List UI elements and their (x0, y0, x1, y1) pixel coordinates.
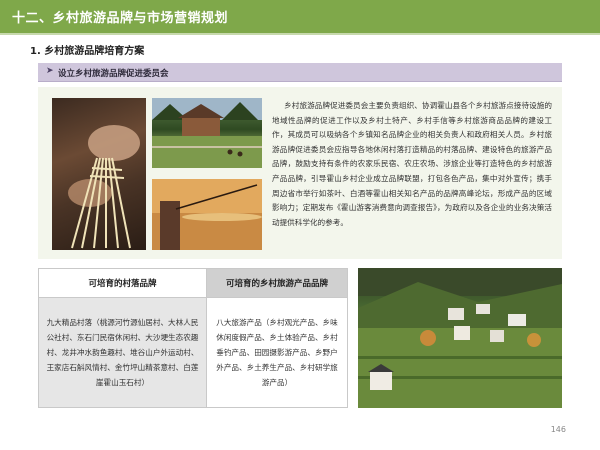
subsection-bar: ➤ 设立乡村旅游品牌促进委员会 (38, 63, 562, 82)
chevron-right-icon: ➤ (46, 66, 54, 76)
page-title: 十二、乡村旅游品牌与市场营销规划 (12, 11, 229, 26)
title-underline (0, 33, 600, 35)
table-cell-product-brands: 八大旅游产品（乡村观光产品、乡味休闲度假产品、乡土体验产品、乡村垂钓产品、田园摄… (207, 297, 347, 407)
farmhouse-photo (152, 98, 262, 168)
fishing-photo (152, 179, 262, 250)
body-paragraph: 乡村旅游品牌促进委员会主要负责组织、协调霍山县各个乡村旅游点接待设施的地域性品牌… (272, 101, 552, 227)
bamboo-weaving-photo (52, 98, 146, 250)
brand-table: 可培育的村落品牌 可培育的乡村旅游产品品牌 九大精品村落（桃源河竹源仙居村、大林… (38, 268, 348, 408)
table-header-village-brands: 可培育的村落品牌 (39, 269, 207, 297)
page-number: 146 (550, 425, 566, 434)
table-header-product-brands: 可培育的乡村旅游产品品牌 (207, 269, 347, 297)
table-cell-village-brands: 九大精品村落（桃源河竹源仙居村、大林人民公社村、东石门民宿休闲村、大沙埂生态农趣… (39, 297, 207, 407)
title-bar: 十二、乡村旅游品牌与市场营销规划 (0, 0, 600, 33)
subsection-title: 设立乡村旅游品牌促进委员会 (58, 69, 169, 79)
village-landscape-photo (358, 268, 562, 408)
section-heading: 1. 乡村旅游品牌培育方案 (30, 46, 145, 57)
